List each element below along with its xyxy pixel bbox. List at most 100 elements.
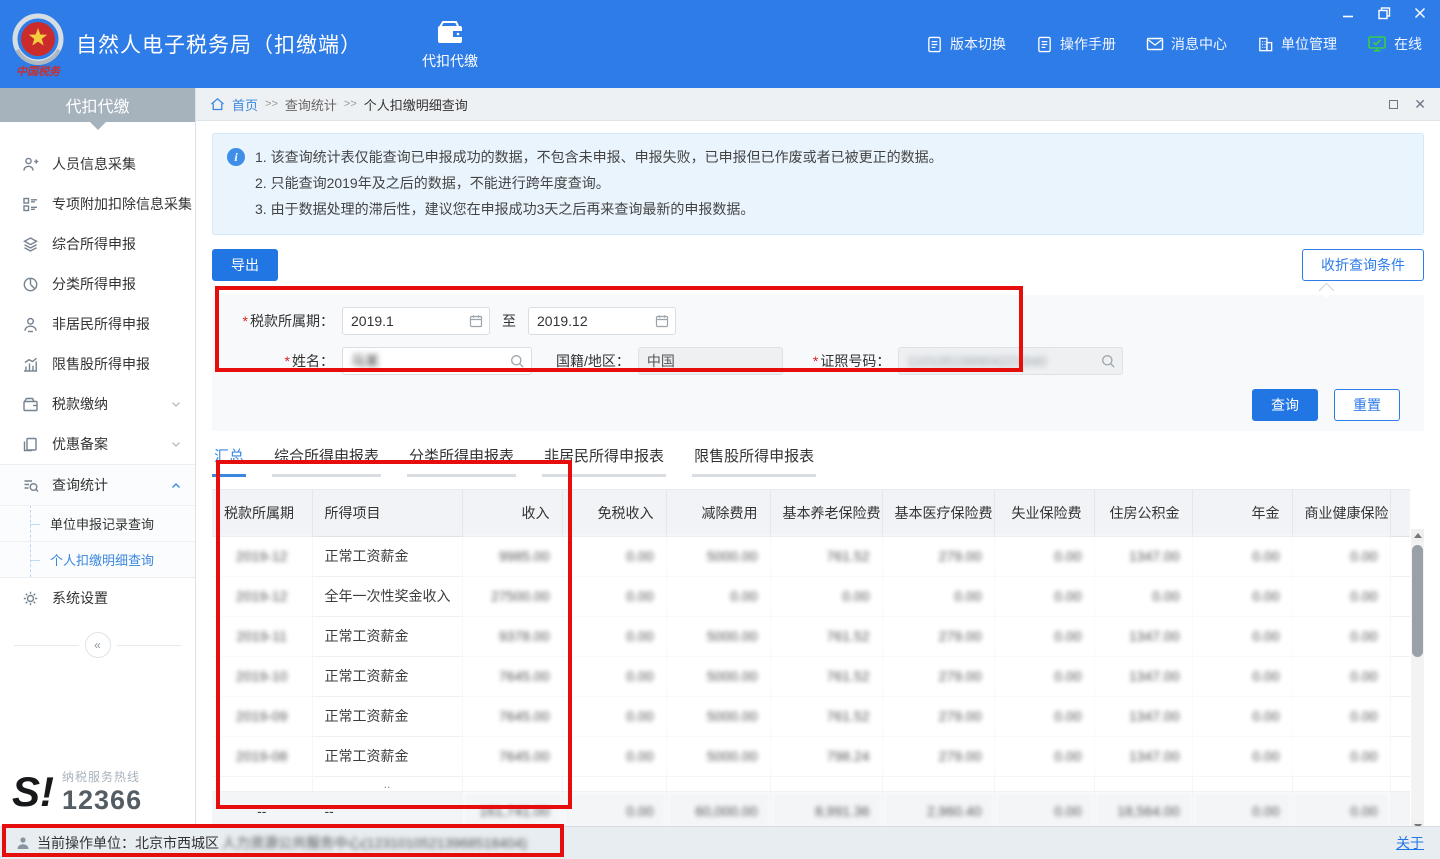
cell: 0.00: [1292, 696, 1390, 736]
close-icon[interactable]: [1412, 6, 1428, 20]
query-form: *税款所属期： 2019.1 至 2019.12 *姓名： 马某: [212, 295, 1424, 431]
sidebar-item-personal-withholding-query[interactable]: 个人扣缴明细查询: [0, 541, 195, 577]
sidebar-item-system-settings[interactable]: 系统设置: [0, 578, 195, 618]
info-icon: i: [227, 148, 245, 166]
breadcrumb-home[interactable]: 首页: [232, 95, 258, 114]
menu-message-center[interactable]: 消息中心: [1146, 34, 1227, 54]
status-bar: 当前操作单位：北京市西城区人力资源公共服务中心(1231010521396851…: [0, 826, 1440, 859]
table-body: 2019-12正常工资薪金9985.000.005000.00761.52279…: [212, 536, 1410, 826]
calendar-icon[interactable]: [655, 314, 669, 328]
cell: 161,741.00: [462, 791, 562, 826]
cell: 0.00: [562, 656, 666, 696]
menu-label: 操作手册: [1060, 34, 1116, 54]
cell: 5000.00: [666, 616, 770, 656]
sidebar-item-special-deduction[interactable]: 专项附加扣除信息采集: [0, 184, 195, 224]
period-from-input[interactable]: 2019.1: [342, 307, 490, 335]
nationality-input: 中国: [638, 347, 783, 375]
tab-summary[interactable]: 汇总: [212, 443, 246, 477]
cell: [462, 776, 562, 791]
cell: 0.00: [994, 736, 1094, 776]
sidebar-item-restricted-shares[interactable]: 限售股所得申报: [0, 344, 195, 384]
vertical-scrollbar[interactable]: [1411, 529, 1424, 826]
document-icon: [1036, 36, 1053, 53]
restore-icon[interactable]: [1376, 6, 1392, 20]
cell: 279.00: [882, 616, 994, 656]
period-to-input[interactable]: 2019.12: [528, 307, 676, 335]
sidebar-item-label: 优惠备案: [52, 434, 108, 454]
cell: 0.00: [1292, 791, 1390, 826]
hotline-number: 12366: [62, 785, 142, 816]
breadcrumb-separator: >>: [265, 98, 278, 110]
tab-classified-income[interactable]: 分类所得申报表: [407, 443, 516, 477]
cell: 全年一次性奖金收入: [312, 576, 462, 616]
tab-restricted-shares[interactable]: 限售股所得申报表: [692, 443, 816, 477]
menu-version-switch[interactable]: 版本切换: [926, 34, 1006, 54]
panel-close-icon[interactable]: ✕: [1414, 97, 1426, 111]
sidebar-item-preferential-filing[interactable]: 优惠备案: [0, 424, 195, 464]
hotline-mark: S!: [12, 772, 54, 812]
sidebar-subitem-label: 个人扣缴明细查询: [50, 550, 154, 569]
id-number-value: 110105199904221840: [907, 353, 1046, 369]
cell: 761.52: [770, 616, 882, 656]
sidebar-item-classified-income[interactable]: 分类所得申报: [0, 264, 195, 304]
scroll-down-icon[interactable]: [1411, 820, 1424, 826]
calendar-icon[interactable]: [469, 314, 483, 328]
sidebar-item-comprehensive-income[interactable]: 综合所得申报: [0, 224, 195, 264]
content-body: i 1. 该查询统计表仅能查询已申报成功的数据，不包含未申报、申报失败，已申报但…: [196, 121, 1440, 826]
cell: 正常工资薪金: [312, 536, 462, 576]
sidebar-header: 代扣代缴: [0, 88, 195, 122]
menu-manual[interactable]: 操作手册: [1036, 34, 1116, 54]
sidebar-item-unit-declaration-query[interactable]: 单位申报记录查询: [0, 505, 195, 541]
vertical-scroll-thumb[interactable]: [1412, 545, 1423, 657]
sidebar-item-tax-payment[interactable]: 税款缴纳: [0, 384, 195, 424]
query-button[interactable]: 查询: [1252, 389, 1318, 421]
column-header: 收入: [462, 490, 562, 536]
sidebar-item-label: 限售股所得申报: [52, 354, 150, 374]
sidebar-item-label: 专项附加扣除信息采集: [52, 194, 192, 214]
tab-comprehensive-income[interactable]: 综合所得申报表: [272, 443, 381, 477]
cell: [1390, 791, 1410, 826]
column-header: 失业保险费: [994, 490, 1094, 536]
toolbar: 导出 收折查询条件: [212, 249, 1424, 281]
panel-maximize-icon[interactable]: [1389, 100, 1398, 109]
cell: 0.00: [562, 536, 666, 576]
sidebar: 代扣代缴 人员信息采集 专项附加扣除信息采集 综合所得申报 分类所得申报 非居民…: [0, 88, 196, 826]
search-icon[interactable]: [510, 354, 525, 369]
sidebar-item-personnel-info[interactable]: 人员信息采集: [0, 144, 195, 184]
breadcrumb-item[interactable]: 查询统计: [285, 95, 337, 114]
tab-daikou-daijiao[interactable]: 代扣代缴: [422, 18, 478, 71]
content: 首页 >> 查询统计 >> 个人扣缴明细查询 ✕ i 1. 该查询统计表仅能查询…: [196, 88, 1440, 826]
cell: [1390, 616, 1410, 656]
column-header: 基本医疗保险费: [882, 490, 994, 536]
export-button[interactable]: 导出: [212, 249, 278, 281]
sidebar-item-nonresident-income[interactable]: 非居民所得申报: [0, 304, 195, 344]
minimize-icon[interactable]: [1340, 6, 1356, 20]
sidebar-item-label: 综合所得申报: [52, 234, 136, 254]
search-icon[interactable]: [1101, 354, 1116, 369]
cell: 0.00: [1292, 576, 1390, 616]
cell: 0.00: [994, 656, 1094, 696]
cell: 0.00: [1192, 536, 1292, 576]
cell: [1094, 776, 1192, 791]
sidebar-item-query-statistics[interactable]: 查询统计: [0, 465, 195, 505]
cell: 正常工资薪金: [312, 656, 462, 696]
menu-unit-management[interactable]: 单位管理: [1257, 34, 1337, 54]
about-link[interactable]: 关于: [1396, 833, 1424, 853]
tab-nonresident-income[interactable]: 非居民所得申报表: [542, 443, 666, 477]
cell: 279.00: [882, 536, 994, 576]
document-icon: [926, 36, 943, 53]
sidebar-collapse-button[interactable]: «: [85, 632, 111, 658]
collapse-query-button[interactable]: 收折查询条件: [1302, 249, 1424, 281]
sidebar-group-query-statistics: 查询统计 单位申报记录查询 个人扣缴明细查询: [0, 464, 195, 578]
mail-icon: [1146, 36, 1164, 52]
chevron-up-icon: [171, 482, 181, 489]
online-status[interactable]: 在线: [1367, 34, 1422, 54]
current-unit-blurred: 人力资源公共服务中心(12310105213968518404): [222, 833, 527, 853]
gear-icon: [22, 590, 39, 607]
reset-button[interactable]: 重置: [1334, 389, 1400, 421]
name-input[interactable]: 马某: [342, 347, 532, 375]
search-list-icon: [22, 477, 39, 494]
column-header: 年金: [1192, 490, 1292, 536]
sidebar-item-label: 分类所得申报: [52, 274, 136, 294]
scroll-up-icon[interactable]: [1411, 529, 1424, 542]
